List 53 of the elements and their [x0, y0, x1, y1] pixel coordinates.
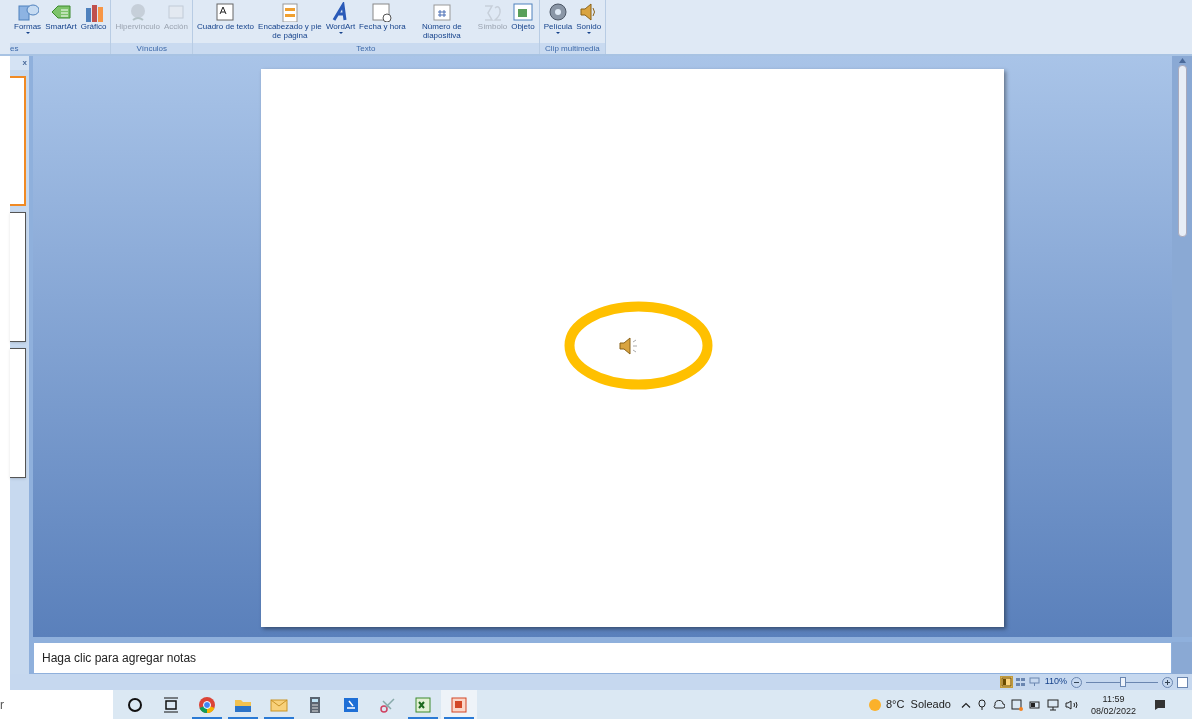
- slide-thumbnail[interactable]: [10, 348, 26, 479]
- picture-icon: [511, 2, 534, 22]
- weather-text[interactable]: 8°C Soleado: [886, 696, 951, 713]
- battery-icon[interactable]: [1028, 699, 1041, 710]
- ribbon-group-label: Vínculos: [111, 43, 192, 55]
- notes-scrollbar: [1172, 642, 1192, 675]
- ribbon-button[interactable]: Formas: [12, 0, 44, 34]
- zoom-slider[interactable]: [1086, 676, 1158, 688]
- microphone-icon[interactable]: [976, 698, 987, 711]
- chrome-icon: [197, 694, 217, 715]
- ribbon-button[interactable]: WordArt: [323, 0, 358, 34]
- hash-icon: [430, 2, 453, 22]
- notification-icon[interactable]: [1154, 698, 1166, 711]
- shapes-icon: [16, 2, 39, 22]
- network-icon[interactable]: [1046, 698, 1059, 711]
- volume-icon[interactable]: [1064, 699, 1079, 710]
- scrollbar-thumb[interactable]: [1177, 65, 1187, 238]
- normal-view-icon[interactable]: [999, 676, 1013, 689]
- chevron-up-icon[interactable]: [960, 701, 971, 708]
- ribbon-button[interactable]: Sonido: [574, 0, 604, 34]
- ribbon-button[interactable]: Objeto: [509, 0, 537, 31]
- notes-field[interactable]: Haga clic para agregar notas: [33, 642, 1172, 675]
- text-box-icon: [214, 2, 237, 22]
- spreadsheet-icon: [413, 694, 433, 715]
- close-button[interactable]: x: [22, 59, 27, 68]
- sun-icon: [869, 698, 881, 711]
- clock-date[interactable]: 08/02/2022: [1090, 704, 1136, 717]
- ribbon-button[interactable]: Cuadro de texto: [194, 0, 256, 31]
- ribbon-group-label: Texto: [192, 43, 539, 55]
- ribbon-button[interactable]: Fecha y hora: [357, 0, 408, 31]
- slide-thumbnail[interactable]: [10, 212, 26, 343]
- dropdown-arrow-icon[interactable]: [338, 32, 343, 34]
- dropdown-arrow-icon[interactable]: [586, 32, 591, 34]
- ribbon-group-label: Clip multimedia: [539, 43, 606, 55]
- task-view-icon: [161, 694, 181, 715]
- smartart-icon: [49, 2, 72, 22]
- presentation-icon: [449, 694, 469, 715]
- search-field[interactable]: r: [0, 690, 113, 719]
- clock-time[interactable]: 11:59: [1102, 692, 1125, 705]
- zoom-percentage[interactable]: 110%: [1044, 675, 1067, 689]
- zoom-slider-thumb[interactable]: [1120, 676, 1127, 687]
- dropdown-arrow-icon[interactable]: [25, 32, 30, 34]
- dropdown-arrow-icon[interactable]: [556, 32, 560, 34]
- ribbon-button[interactable]: Encabezado y pie de página: [255, 0, 324, 40]
- ribbon-button[interactable]: Gráfico: [78, 0, 109, 31]
- ribbon-button[interactable]: Película: [541, 0, 575, 34]
- ribbon-button[interactable]: Número de diapositiva: [407, 0, 476, 40]
- cloud-icon[interactable]: [992, 699, 1005, 710]
- fit-window-button[interactable]: [1177, 676, 1188, 688]
- slide-thumbnail[interactable]: [10, 76, 26, 207]
- grid-view-icon[interactable]: [1013, 676, 1027, 689]
- ribbon-group-label: es: [10, 43, 111, 55]
- ribbon-button[interactable]: SmartArt: [43, 0, 79, 31]
